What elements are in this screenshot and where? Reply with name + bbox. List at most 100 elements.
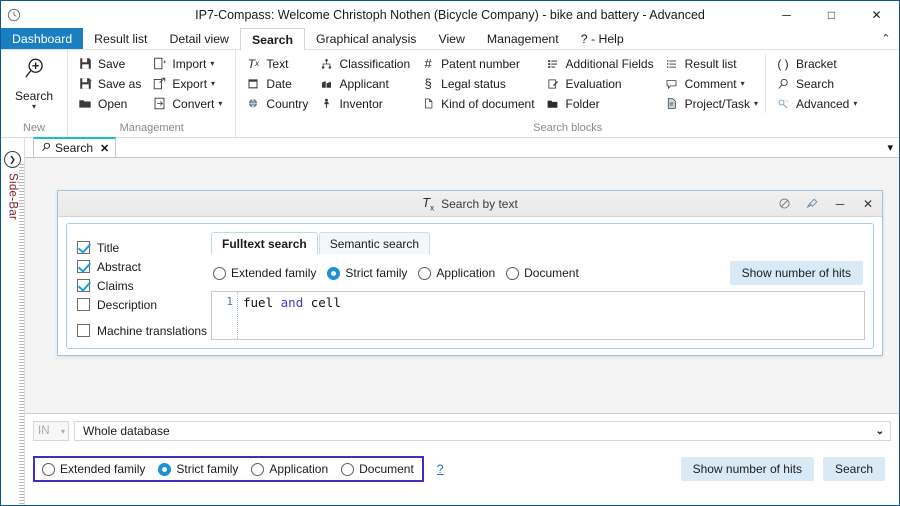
database-select[interactable]: Whole database ⌄ — [74, 421, 891, 441]
radio-circle-extended-family[interactable] — [42, 462, 55, 476]
convert-button[interactable]: Convert ▾ — [148, 94, 229, 113]
in-operator-select[interactable]: IN ▾ — [33, 421, 69, 441]
checkbox-machine-translations[interactable] — [77, 324, 90, 337]
checkbox-title[interactable] — [77, 241, 90, 254]
checkbox-row-description[interactable]: Description — [77, 295, 203, 314]
radio-circle-document[interactable] — [506, 266, 520, 280]
close-icon[interactable]: ✕ — [100, 142, 109, 155]
footer-radio-application[interactable]: Application — [251, 462, 328, 476]
block-folder-button[interactable]: Folder — [542, 94, 661, 113]
close-block-button[interactable]: ✕ — [854, 191, 882, 216]
block-legal-status-button[interactable]: § Legal status — [417, 74, 541, 93]
checkbox-description[interactable] — [77, 298, 90, 311]
footer-radio-extended-family[interactable]: Extended family — [42, 462, 145, 476]
ribbon-tab-view[interactable]: View — [427, 28, 475, 49]
block-text-button[interactable]: Tx Text — [242, 54, 315, 73]
radio-circle-strict-family[interactable] — [158, 462, 172, 476]
query-editor[interactable]: 1 fuel and cell — [211, 291, 865, 340]
ribbon-tabbar: Dashboard Result list Detail view Search… — [1, 28, 899, 50]
block-evaluation-button[interactable]: Evaluation — [542, 74, 661, 93]
radio-document[interactable]: Document — [506, 266, 579, 280]
ribbon-group-search-blocks: Tx Text Date Country Classification Appl… — [236, 50, 899, 137]
block-controls: ─ ✕ — [770, 191, 882, 216]
radio-circle-strict-family[interactable] — [327, 266, 341, 280]
block-applicant-button[interactable]: Applicant — [315, 74, 417, 93]
new-search-button[interactable]: Search ▾ — [7, 54, 61, 111]
block-comment-button[interactable]: Comment ▾ — [661, 74, 765, 93]
checkbox-claims[interactable] — [77, 279, 90, 292]
chevron-down-icon[interactable]: ▾ — [218, 99, 222, 108]
block-inventor-button[interactable]: Inventor — [315, 94, 417, 113]
help-link[interactable]: ? — [437, 462, 444, 476]
block-kind-of-document-button[interactable]: Kind of document — [417, 94, 541, 113]
open-button[interactable]: Open — [74, 94, 148, 113]
block-classification-button[interactable]: Classification — [315, 54, 417, 73]
block-result-list-button[interactable]: Result list — [661, 54, 765, 73]
export-button[interactable]: Export ▾ — [148, 74, 229, 93]
block-date-button[interactable]: Date — [242, 74, 315, 93]
footer-radio-document[interactable]: Document — [341, 462, 414, 476]
save-as-button[interactable]: Save as — [74, 74, 148, 93]
ribbon-tab-management[interactable]: Management — [476, 28, 570, 49]
ribbon-tab-dashboard[interactable]: Dashboard — [1, 28, 84, 49]
close-button[interactable]: ✕ — [854, 1, 899, 28]
block-advanced-button[interactable]: Advanced ▾ — [772, 94, 864, 113]
minimize-block-button[interactable]: ─ — [826, 191, 854, 216]
editor-content[interactable]: fuel and cell — [238, 292, 864, 339]
window-titlebar: IP7-Compass: Welcome Christoph Nothen (B… — [1, 1, 899, 28]
block-search-button[interactable]: Search — [772, 74, 864, 93]
chevron-down-icon[interactable]: ▾ — [211, 79, 215, 88]
search-icon — [41, 142, 51, 155]
clear-block-button[interactable] — [798, 191, 826, 216]
radio-circle-extended-family[interactable] — [213, 266, 226, 280]
sidebar-label[interactable]: Side-Bar — [7, 173, 19, 220]
ribbon-tab-detail-view[interactable]: Detail view — [158, 28, 239, 49]
block-patent-number-button[interactable]: # Patent number — [417, 54, 541, 73]
block-additional-fields-button[interactable]: Additional Fields — [542, 54, 661, 73]
chevron-down-icon[interactable]: ▾ — [210, 59, 214, 68]
radio-circle-document[interactable] — [341, 462, 355, 476]
document-tabbar: Search ✕ ▾ — [25, 137, 899, 158]
block-titlebar[interactable]: Tx Search by text ─ ✕ — [58, 191, 882, 217]
hash-icon: # — [424, 56, 432, 71]
tab-fulltext-search[interactable]: Fulltext search — [211, 232, 318, 254]
block-project-task-button[interactable]: Project/Task ▾ — [661, 94, 765, 113]
checkbox-row-abstract[interactable]: Abstract — [77, 257, 203, 276]
checkbox-abstract[interactable] — [77, 260, 90, 273]
ribbon-tab-result-list[interactable]: Result list — [83, 28, 158, 49]
radio-extended-family[interactable]: Extended family — [213, 266, 316, 280]
footer-radio-strict-family[interactable]: Strict family — [158, 462, 238, 476]
sidebar-splitter[interactable] — [19, 164, 24, 505]
chevron-down-icon[interactable]: ▾ — [887, 141, 893, 154]
radio-circle-application[interactable] — [418, 266, 432, 280]
block-patent-number-label: Patent number — [441, 56, 520, 71]
person-icon — [318, 96, 334, 112]
footer-search-button[interactable]: Search — [822, 457, 885, 481]
block-country-button[interactable]: Country — [242, 94, 315, 113]
radio-application[interactable]: Application — [418, 266, 495, 280]
document-tab-search[interactable]: Search ✕ — [33, 137, 117, 157]
checkbox-row-title[interactable]: Title — [77, 238, 203, 257]
checkbox-row-claims[interactable]: Claims — [77, 276, 203, 295]
block-bracket-button[interactable]: ( ) Bracket — [772, 54, 864, 73]
ribbon-tab-help[interactable]: ? - Help — [570, 28, 635, 49]
calendar-icon — [245, 76, 261, 92]
tab-semantic-search[interactable]: Semantic search — [318, 232, 431, 254]
chevron-up-icon[interactable]: ⌃ — [873, 28, 899, 49]
save-button[interactable]: Save — [74, 54, 148, 73]
disable-block-button[interactable] — [770, 191, 798, 216]
ribbon-tab-graphical-analysis[interactable]: Graphical analysis — [305, 28, 427, 49]
radio-strict-family[interactable]: Strict family — [327, 266, 407, 280]
checkbox-row-machine-translations[interactable]: Machine translations — [77, 321, 207, 340]
footer-show-number-of-hits-button[interactable]: Show number of hits — [680, 457, 814, 481]
minimize-button[interactable]: ─ — [764, 1, 809, 28]
chevron-down-icon[interactable]: ▾ — [32, 103, 36, 111]
radio-circle-application[interactable] — [251, 462, 265, 476]
chevron-down-icon[interactable]: ▾ — [741, 79, 745, 88]
ribbon-tab-search[interactable]: Search — [239, 28, 305, 50]
maximize-button[interactable]: □ — [809, 1, 854, 28]
chevron-down-icon[interactable]: ▾ — [853, 99, 857, 108]
chevron-down-icon[interactable]: ▾ — [754, 99, 758, 108]
block-show-number-of-hits-button[interactable]: Show number of hits — [729, 261, 863, 285]
import-button[interactable]: Import ▾ — [148, 54, 229, 73]
